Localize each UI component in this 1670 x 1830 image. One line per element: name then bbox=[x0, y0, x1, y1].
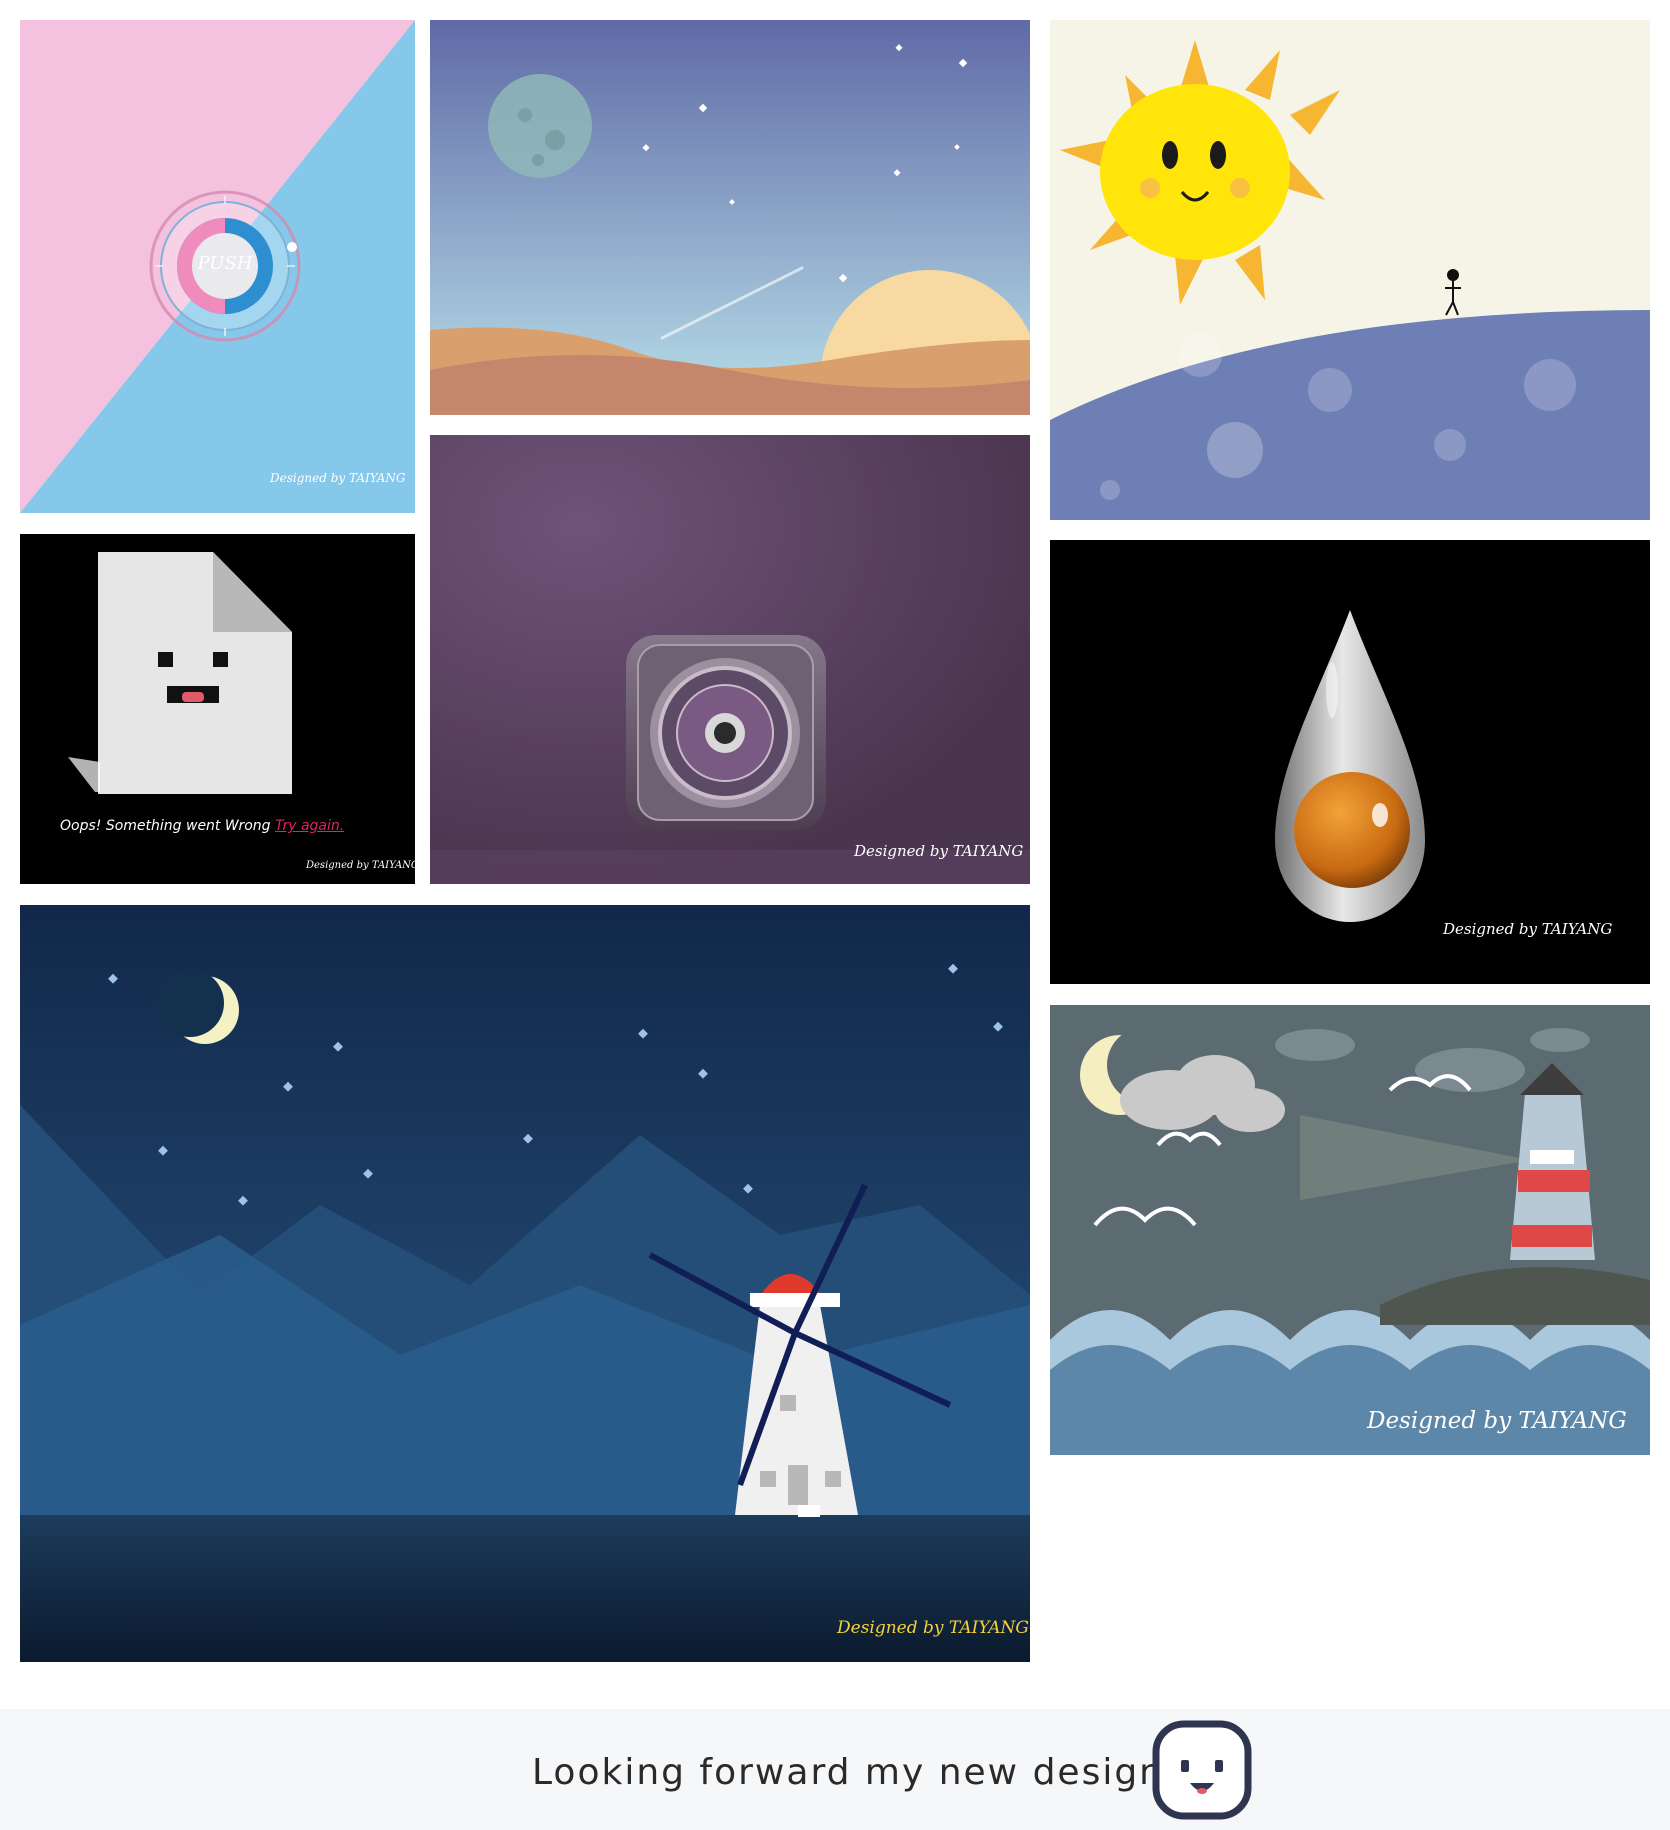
error-page-credit: Designed by TAIYANG bbox=[306, 860, 415, 871]
gallery-item-windmill-night[interactable]: Designed by TAIYANG bbox=[20, 905, 1030, 1662]
push-button-label[interactable]: PUSH bbox=[185, 253, 265, 274]
camera-icon-credit: Designed by TAIYANG bbox=[854, 842, 1024, 860]
desert-night-illustration bbox=[430, 20, 1030, 415]
footer-text: Looking forward my new design! bbox=[532, 1752, 1181, 1793]
water-drop-credit: Designed by TAIYANG bbox=[1443, 920, 1613, 938]
gallery-item-camera-icon[interactable]: Designed by TAIYANG bbox=[430, 435, 1030, 884]
error-message: Oops! Something went Wrong Try again. bbox=[60, 818, 344, 834]
push-clock-credit: Designed by TAIYANG bbox=[270, 471, 406, 485]
lighthouse-credit: Designed by TAIYANG bbox=[1367, 1408, 1627, 1434]
lighthouse-illustration bbox=[1050, 1005, 1650, 1455]
smiley-face-icon bbox=[1152, 1720, 1252, 1820]
try-again-link[interactable]: Try again. bbox=[275, 818, 344, 834]
camera-icon-illustration bbox=[430, 435, 1030, 884]
gallery-item-error-page[interactable]: Oops! Something went Wrong Try again. De… bbox=[20, 534, 415, 884]
sun-hill-illustration bbox=[1050, 20, 1650, 520]
gallery-item-lighthouse[interactable]: Designed by TAIYANG bbox=[1050, 1005, 1650, 1455]
error-message-text: Oops! Something went Wrong bbox=[60, 818, 271, 834]
windmill-night-illustration bbox=[20, 905, 1030, 1662]
gallery-item-push-clock[interactable]: PUSH Designed by TAIYANG bbox=[20, 20, 415, 513]
gallery-item-sun-hill[interactable] bbox=[1050, 20, 1650, 520]
windmill-night-credit: Designed by TAIYANG bbox=[837, 1618, 1029, 1638]
water-drop-illustration bbox=[1275, 610, 1425, 922]
gallery-item-water-drop[interactable]: Designed by TAIYANG bbox=[1050, 540, 1650, 984]
gallery-item-desert-night[interactable] bbox=[430, 20, 1030, 415]
